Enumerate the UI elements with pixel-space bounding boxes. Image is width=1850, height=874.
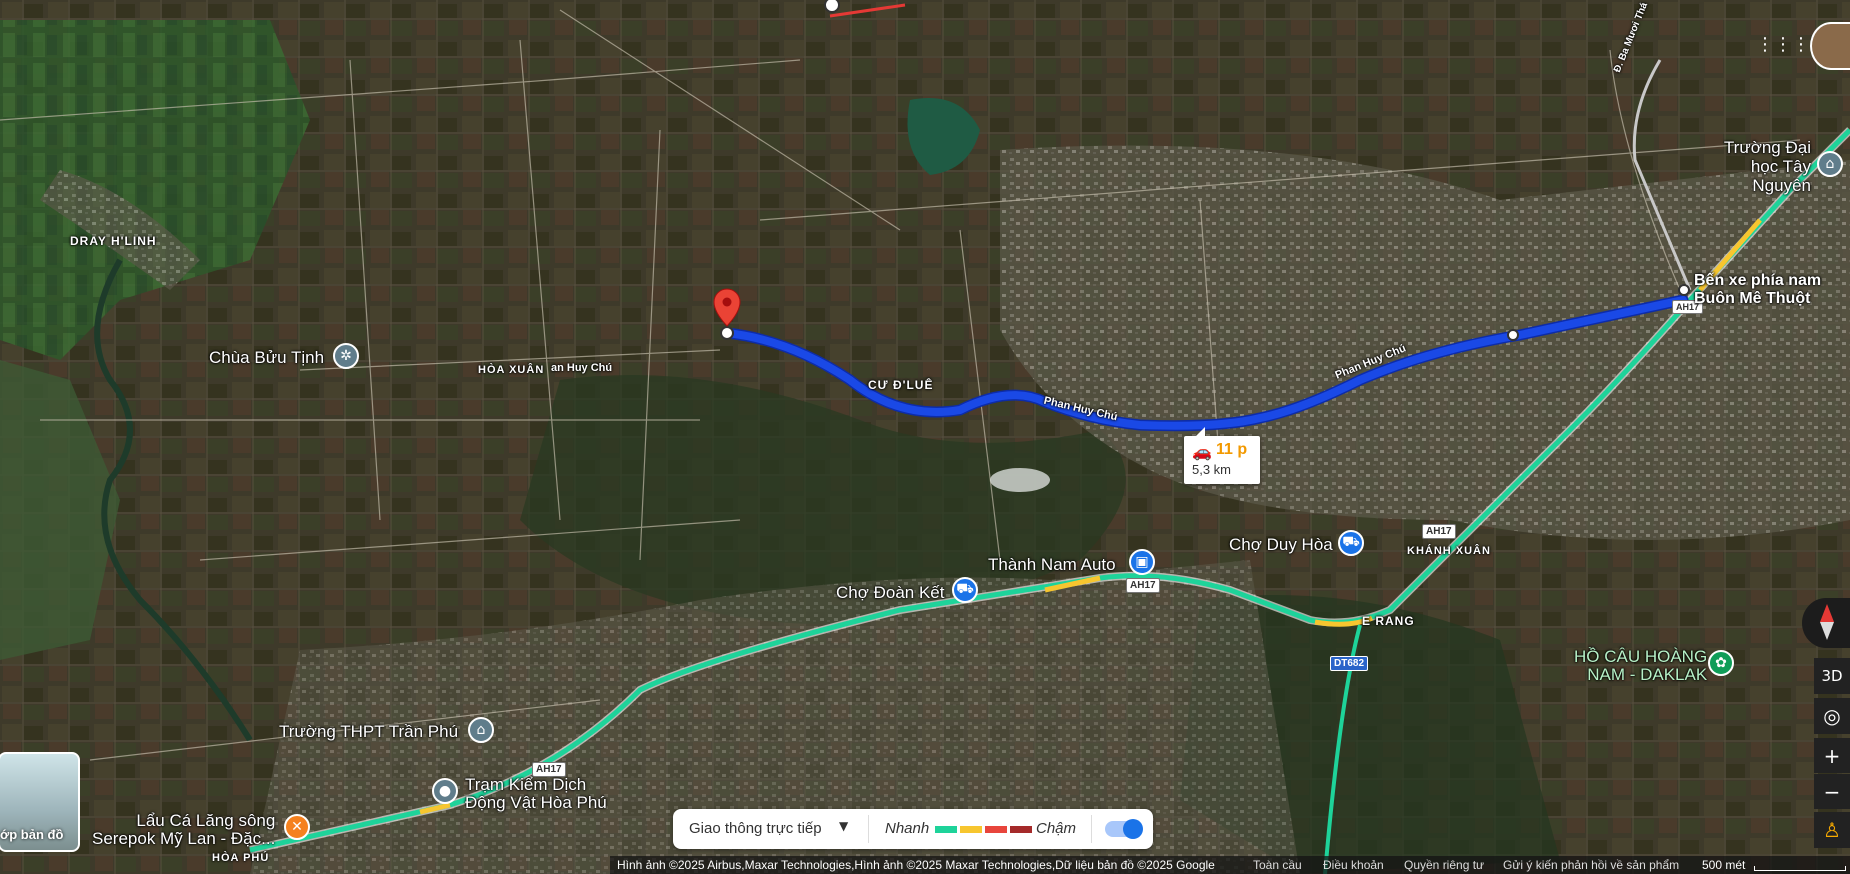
3d-toggle-button[interactable]: 3D: [1814, 658, 1850, 694]
area-label: KHÁNH XUÂN: [1407, 545, 1491, 557]
traffic-toggle[interactable]: [1105, 819, 1143, 839]
poi-label[interactable]: Trường THPT Trần Phú: [279, 722, 458, 742]
poi-label[interactable]: Bến xe phía nam Buôn Mê Thuột: [1694, 272, 1821, 308]
highway-shield: AH17: [1422, 524, 1456, 539]
route-end-dot[interactable]: [1678, 284, 1690, 296]
chevron-down-icon[interactable]: ▼: [839, 819, 848, 833]
traffic-legend: Giao thông trực tiếp ▼ Nhanh Chậm: [673, 809, 1153, 849]
area-label: HÒA PHÚ: [212, 852, 270, 864]
poi-label[interactable]: Lẩu Cá Lăng sông Serepok Mỹ Lan - Đặc...: [92, 812, 275, 848]
place-icon[interactable]: ●: [432, 778, 458, 804]
traffic-swatch: [960, 826, 982, 833]
traffic-fast-label: Nhanh: [885, 820, 930, 837]
my-location-icon[interactable]: ◎: [1814, 698, 1850, 734]
traffic-swatch: [935, 826, 957, 833]
shopping-cart-icon[interactable]: ⛟: [952, 577, 978, 603]
route-waypoint-dot[interactable]: [1507, 329, 1519, 341]
area-label: DRAY H'LINH: [70, 234, 157, 248]
layers-label: ớp bản đồ: [0, 827, 64, 842]
area-label: HÒA XUÂN: [478, 364, 545, 376]
traffic-slow-label: Chậm: [1036, 820, 1077, 837]
apps-grid-icon[interactable]: ⋮⋮⋮: [1756, 32, 1810, 58]
poi-label[interactable]: Thành Nam Auto: [988, 555, 1116, 575]
shopping-cart-icon[interactable]: ⛟: [1338, 530, 1364, 556]
traffic-swatch: [985, 826, 1007, 833]
footer-link-feedback[interactable]: Gửi ý kiến phản hồi về sản phẩm: [1503, 858, 1679, 872]
map-footer: Hình ảnh ©2025 Airbus,Maxar Technologies…: [610, 856, 1850, 874]
traffic-layer-label[interactable]: Giao thông trực tiếp: [689, 820, 822, 837]
restaurant-icon[interactable]: ✕: [284, 814, 310, 840]
route-eta-callout[interactable]: 🚗 11 p 5,3 km: [1184, 427, 1260, 484]
scale-label[interactable]: 500 mét: [1702, 858, 1745, 872]
satellite-map[interactable]: [0, 0, 1850, 874]
poi-label[interactable]: Trạm Kiểm Dịch Động Vật Hòa Phú: [465, 776, 607, 812]
school-icon[interactable]: ⌂: [1817, 151, 1843, 177]
compass-icon[interactable]: [1802, 598, 1850, 648]
school-icon[interactable]: ⌂: [468, 717, 494, 743]
route-start-dot[interactable]: [720, 326, 734, 340]
poi-label[interactable]: Chợ Duy Hòa: [1229, 535, 1333, 555]
road-label: an Huy Chú: [551, 362, 613, 374]
zoom-in-button[interactable]: +: [1814, 738, 1850, 773]
area-label: E RANG: [1362, 614, 1415, 628]
zoom-out-button[interactable]: −: [1814, 774, 1850, 809]
poi-label[interactable]: HỒ CÂU HOÀNG NAM - DAKLAK: [1574, 648, 1707, 684]
park-icon[interactable]: ✿: [1708, 650, 1734, 676]
poi-label[interactable]: Chợ Đoàn Kết: [836, 583, 944, 603]
scale-bar: [1754, 866, 1846, 871]
avatar[interactable]: [1810, 22, 1850, 70]
attribution-text: Hình ảnh ©2025 Airbus,Maxar Technologies…: [617, 858, 1215, 872]
footer-link-terms[interactable]: Điều khoản: [1323, 858, 1384, 872]
pegman-icon[interactable]: ♙: [1814, 812, 1850, 848]
layers-button[interactable]: ớp bản đồ: [0, 752, 80, 852]
temple-icon[interactable]: ✲: [333, 343, 359, 369]
area-label: CƯ Đ'LUÊ: [868, 378, 934, 392]
footer-link-privacy[interactable]: Quyền riêng tư: [1404, 858, 1484, 872]
poi-label[interactable]: Trường Đại học Tây Nguyên: [1700, 138, 1811, 195]
footer-link-global[interactable]: Toàn cầu: [1253, 858, 1302, 872]
eta-distance: 5,3 km: [1192, 462, 1232, 477]
poi-label[interactable]: Chùa Bửu Tịnh: [209, 348, 324, 368]
highway-shield: DT682: [1330, 656, 1369, 671]
car-icon: 🚗: [1192, 442, 1212, 461]
shopping-bag-icon[interactable]: ▣: [1129, 549, 1155, 575]
highway-shield: AH17: [1126, 578, 1160, 593]
traffic-swatch: [1010, 826, 1032, 833]
eta-time: 11 p: [1216, 441, 1248, 458]
